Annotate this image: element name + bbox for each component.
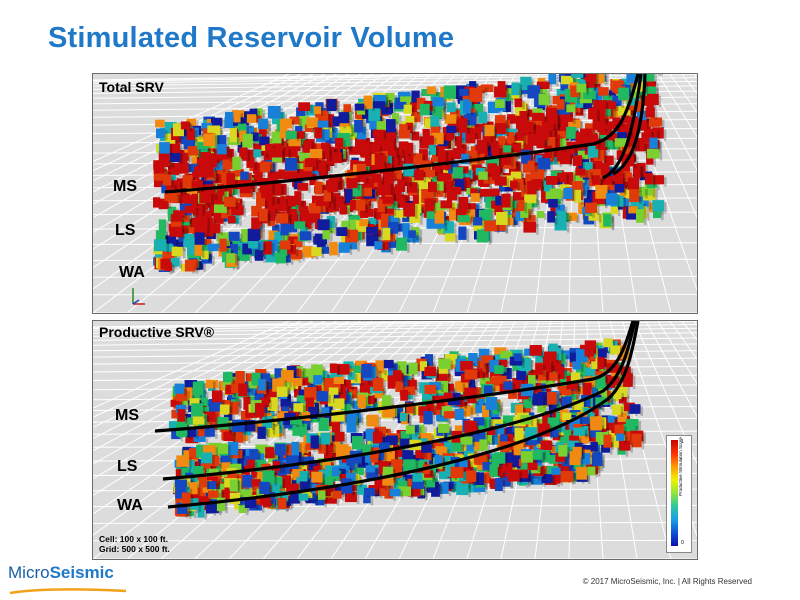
productive-srv-3d-view <box>93 321 697 559</box>
logo-swoosh <box>9 588 127 595</box>
cell-size-note: Cell: 100 x 100 ft. <box>99 534 168 544</box>
slide-title: Stimulated Reservoir Volume <box>48 22 455 54</box>
formation-label-wa: WA <box>119 264 145 281</box>
formation-label-ms: MS <box>115 407 139 424</box>
productive-srv-panel: Productive SRV® MS LS WA Cell: 100 x 100… <box>92 320 698 560</box>
total-srv-panel: Total SRV MS LS WA <box>92 73 698 314</box>
formation-label-ms: MS <box>113 178 137 195</box>
formation-label-wa: WA <box>117 497 143 514</box>
formation-label-ls: LS <box>117 458 138 475</box>
microseismic-logo: MicroSeismic <box>8 563 114 582</box>
color-scale-legend: 1 0 Productive Stimulation Score <box>666 435 692 553</box>
grid-size-note: Grid: 500 x 500 ft. <box>99 544 170 554</box>
color-scale-min: 0 <box>681 540 684 546</box>
formation-label-ls: LS <box>115 222 136 239</box>
copyright-notice: © 2017 MicroSeismic, Inc. | All Rights R… <box>582 577 752 586</box>
color-scale-gradient <box>671 440 678 546</box>
total-srv-3d-view <box>93 74 697 313</box>
panel-label: Productive SRV® <box>99 324 215 340</box>
panel-label: Total SRV <box>99 79 164 95</box>
color-scale-title: Productive Stimulation Score <box>678 437 683 496</box>
